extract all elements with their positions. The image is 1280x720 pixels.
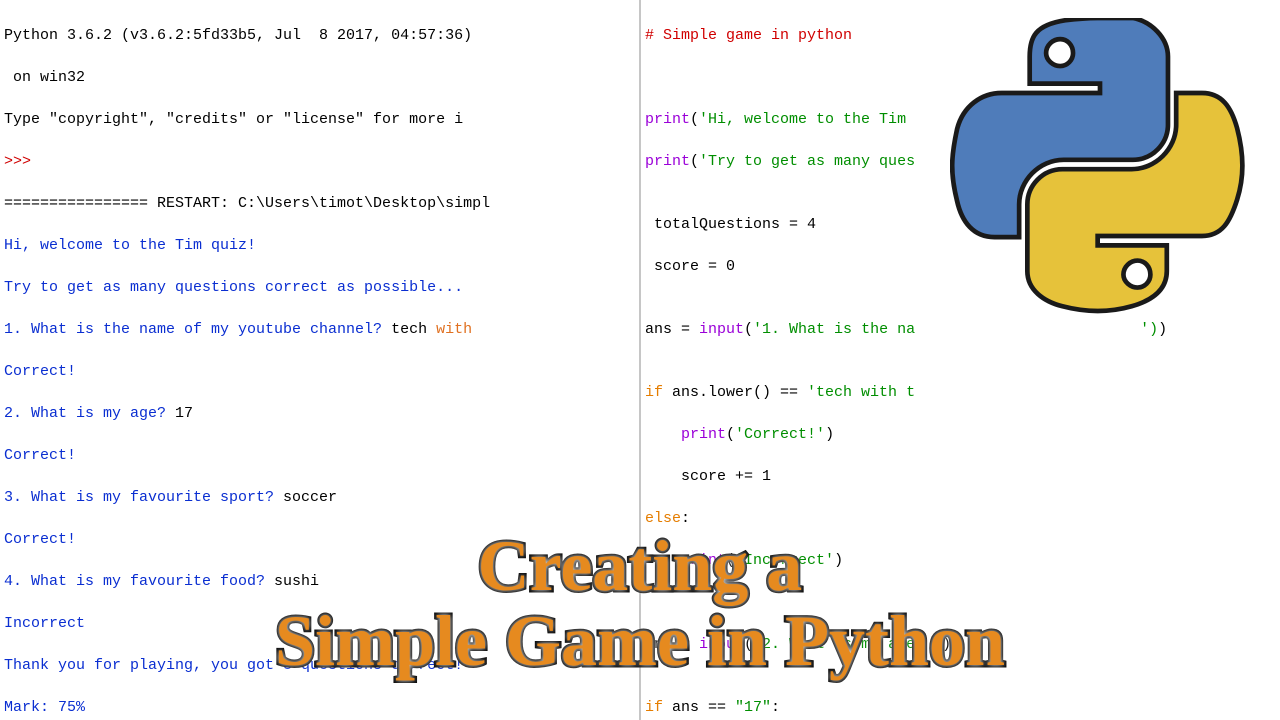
- code-line: print('Correct!'): [645, 424, 1276, 445]
- shell-header: Python 3.6.2 (v3.6.2:5fd33b5, Jul 8 2017…: [4, 25, 635, 46]
- shell-output-line: Incorrect: [4, 613, 635, 634]
- shell-output-line: Correct!: [4, 445, 635, 466]
- shell-output-line: Try to get as many questions correct as …: [4, 277, 635, 298]
- code-line: totalQuestions = 4: [645, 214, 1276, 235]
- code-line: ans = input('2. What is my age? '): [645, 634, 1276, 655]
- code-line: print('Hi, welcome to the Tim: [645, 109, 1276, 130]
- shell-output-line: Correct!: [4, 361, 635, 382]
- shell-question-4: 4. What is my favourite food? sushi: [4, 571, 635, 592]
- shell-prompt[interactable]: >>>: [4, 151, 635, 172]
- shell-header-3: Type "copyright", "credits" or "license"…: [4, 109, 635, 130]
- code-line: print('Try to get as many ques ..': [645, 151, 1276, 172]
- code-line: if ans.lower() == 'tech with t: [645, 382, 1276, 403]
- code-editor-pane[interactable]: # Simple game in python print('Hi, welco…: [641, 0, 1280, 720]
- code-line: ans = input('1. What is the na ')): [645, 319, 1276, 340]
- shell-question-1: 1. What is the name of my youtube channe…: [4, 319, 635, 340]
- code-line: [645, 67, 1276, 88]
- shell-output-line: Hi, welcome to the Tim quiz!: [4, 235, 635, 256]
- code-line: if ans == "17":: [645, 697, 1276, 718]
- code-comment: # Simple game in python: [645, 25, 1276, 46]
- code-line: score += 1: [645, 466, 1276, 487]
- code-line: print('Incorrect'): [645, 550, 1276, 571]
- shell-question-3: 3. What is my favourite sport? soccer: [4, 487, 635, 508]
- shell-output-line: Mark: 75%: [4, 697, 635, 718]
- shell-restart-banner: ================ RESTART: C:\Users\timot…: [4, 193, 635, 214]
- code-line: else:: [645, 508, 1276, 529]
- shell-question-2: 2. What is my age? 17: [4, 403, 635, 424]
- shell-output-line: Correct!: [4, 529, 635, 550]
- python-shell-pane[interactable]: Python 3.6.2 (v3.6.2:5fd33b5, Jul 8 2017…: [0, 0, 641, 720]
- code-line: score = 0: [645, 256, 1276, 277]
- shell-header-2: on win32: [4, 67, 635, 88]
- shell-output-line: Thank you for playing, you got 3 questio…: [4, 655, 635, 676]
